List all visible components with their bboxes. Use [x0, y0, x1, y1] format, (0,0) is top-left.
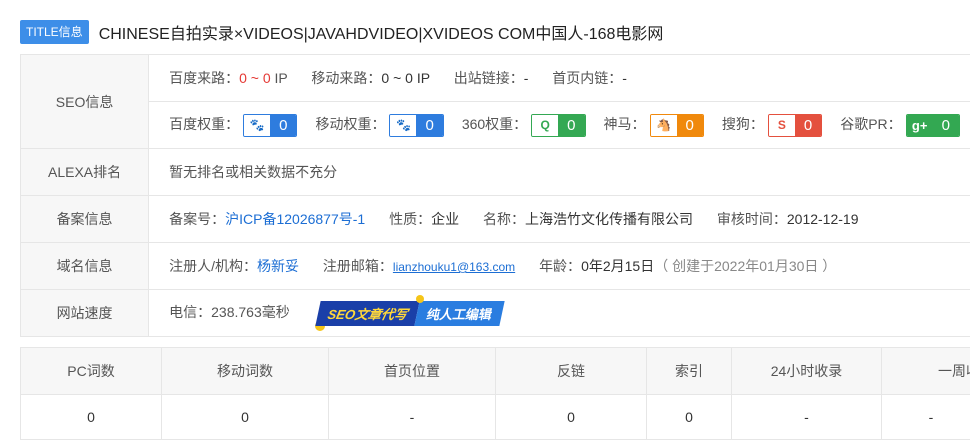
homepage-inlinks: 首页内链：-	[552, 70, 627, 86]
360-logo-icon: Q	[532, 115, 558, 136]
registrant-link[interactable]: 杨新妥	[257, 258, 299, 274]
seo-writing-promo-banner[interactable]: SEO文章代写 纯人工编辑	[318, 301, 502, 326]
stats-header-backlinks: 反链	[496, 348, 647, 395]
stats-value-homepage-position: -	[329, 395, 496, 440]
stats-header-row: PC词数 移动词数 首页位置 反链 索引 24小时收录 一周收	[21, 348, 970, 395]
baidu-paw-icon: 🐾	[390, 115, 416, 136]
icp-row: 备案号：沪ICP备12026877号-1 性质：企业 名称：上海浩竹文化传播有限…	[149, 196, 970, 243]
stats-value-mobile-words: 0	[162, 395, 329, 440]
mobile-source: 移动来路：0 ~ 0 IP	[311, 70, 433, 86]
speed-row: 电信：238.763毫秒 SEO文章代写 纯人工编辑	[149, 290, 970, 337]
promo-dot-decoration	[416, 295, 424, 303]
domain-age: 0年2月15日	[581, 258, 654, 274]
360-weight-label: 360权重：	[462, 116, 527, 132]
icp-company-name: 上海浩竹文化传播有限公司	[525, 211, 693, 227]
alexa-value: 暂无排名或相关数据不充分	[149, 149, 970, 196]
stats-value-week-indexed: -	[882, 395, 970, 440]
icp-label: 备案信息	[21, 196, 149, 243]
stats-value-pc-words: 0	[21, 395, 162, 440]
mobile-weight-badge[interactable]: 🐾0	[389, 114, 443, 137]
baidu-weight-label: 百度权重：	[169, 116, 239, 132]
shenma-logo-icon: 🐴	[651, 115, 677, 136]
google-plus-icon: g+	[907, 115, 933, 136]
icp-nature: 企业	[431, 211, 459, 227]
shenma-weight-badge[interactable]: 🐴0	[650, 114, 704, 137]
speed-label: 网站速度	[21, 290, 149, 337]
icp-number-link[interactable]: 沪ICP备12026877号-1	[225, 211, 365, 227]
page-title: CHINESE自拍实录×VIDEOS|JAVAHDVIDEO|XVIDEOS C…	[99, 20, 664, 44]
baidu-weight-badge[interactable]: 🐾0	[243, 114, 297, 137]
stats-value-24h-indexed: -	[732, 395, 882, 440]
seo-info-label: SEO信息	[21, 55, 149, 149]
domain-row: 注册人/机构：杨新妥 注册邮箱：lianzhouku1@163.com 年龄：0…	[149, 243, 970, 290]
domain-label: 域名信息	[21, 243, 149, 290]
stats-header-24h-indexed: 24小时收录	[732, 348, 882, 395]
google-pr-badge[interactable]: g+0	[906, 114, 960, 137]
stats-header-homepage-position: 首页位置	[329, 348, 496, 395]
outbound-links: 出站链接：-	[454, 70, 533, 86]
google-pr-label: 谷歌PR：	[840, 116, 901, 132]
registrant-email-link[interactable]: lianzhouku1@163.com	[393, 260, 515, 274]
stats-value-index: 0	[647, 395, 732, 440]
domain-created-note: （ 创建于2022年01月30日 ）	[654, 258, 836, 274]
sogou-weight-badge[interactable]: S0	[768, 114, 822, 137]
stats-header-week-indexed: 一周收	[882, 348, 970, 395]
sogou-logo-icon: S	[769, 115, 795, 136]
baidu-paw-icon: 🐾	[244, 115, 270, 136]
seo-source-row: 百度来路：0 ~ 0 IP 移动来路：0 ~ 0 IP 出站链接：- 首页内链：…	[149, 55, 970, 102]
stats-value-backlinks: 0	[496, 395, 647, 440]
telecom-speed: 电信：238.763毫秒	[169, 304, 290, 320]
stats-header-index: 索引	[647, 348, 732, 395]
stats-header-mobile-words: 移动词数	[162, 348, 329, 395]
360-weight-badge[interactable]: Q0	[531, 114, 585, 137]
keyword-stats-table: PC词数 移动词数 首页位置 反链 索引 24小时收录 一周收 0 0 - 0 …	[20, 347, 970, 440]
seo-info-table: SEO信息 百度来路：0 ~ 0 IP 移动来路：0 ~ 0 IP 出站链接：-…	[20, 54, 970, 337]
stats-header-pc-words: PC词数	[21, 348, 162, 395]
icp-audit-date: 2012-12-19	[787, 211, 859, 227]
shenma-weight-label: 神马：	[604, 116, 646, 132]
mobile-weight-label: 移动权重：	[315, 116, 385, 132]
stats-value-row: 0 0 - 0 0 - -	[21, 395, 970, 440]
alexa-label: ALEXA排名	[21, 149, 149, 196]
weights-row: 百度权重：🐾0移动权重：🐾0360权重：Q0神马：🐴0搜狗：S0谷歌PR：g+0	[149, 102, 970, 149]
baidu-source: 百度来路：0 ~ 0 IP	[169, 70, 291, 86]
title-badge: TITLE信息	[20, 20, 89, 44]
sogou-weight-label: 搜狗：	[722, 116, 764, 132]
title-row: TITLE信息 CHINESE自拍实录×VIDEOS|JAVAHDVIDEO|X…	[20, 19, 663, 45]
